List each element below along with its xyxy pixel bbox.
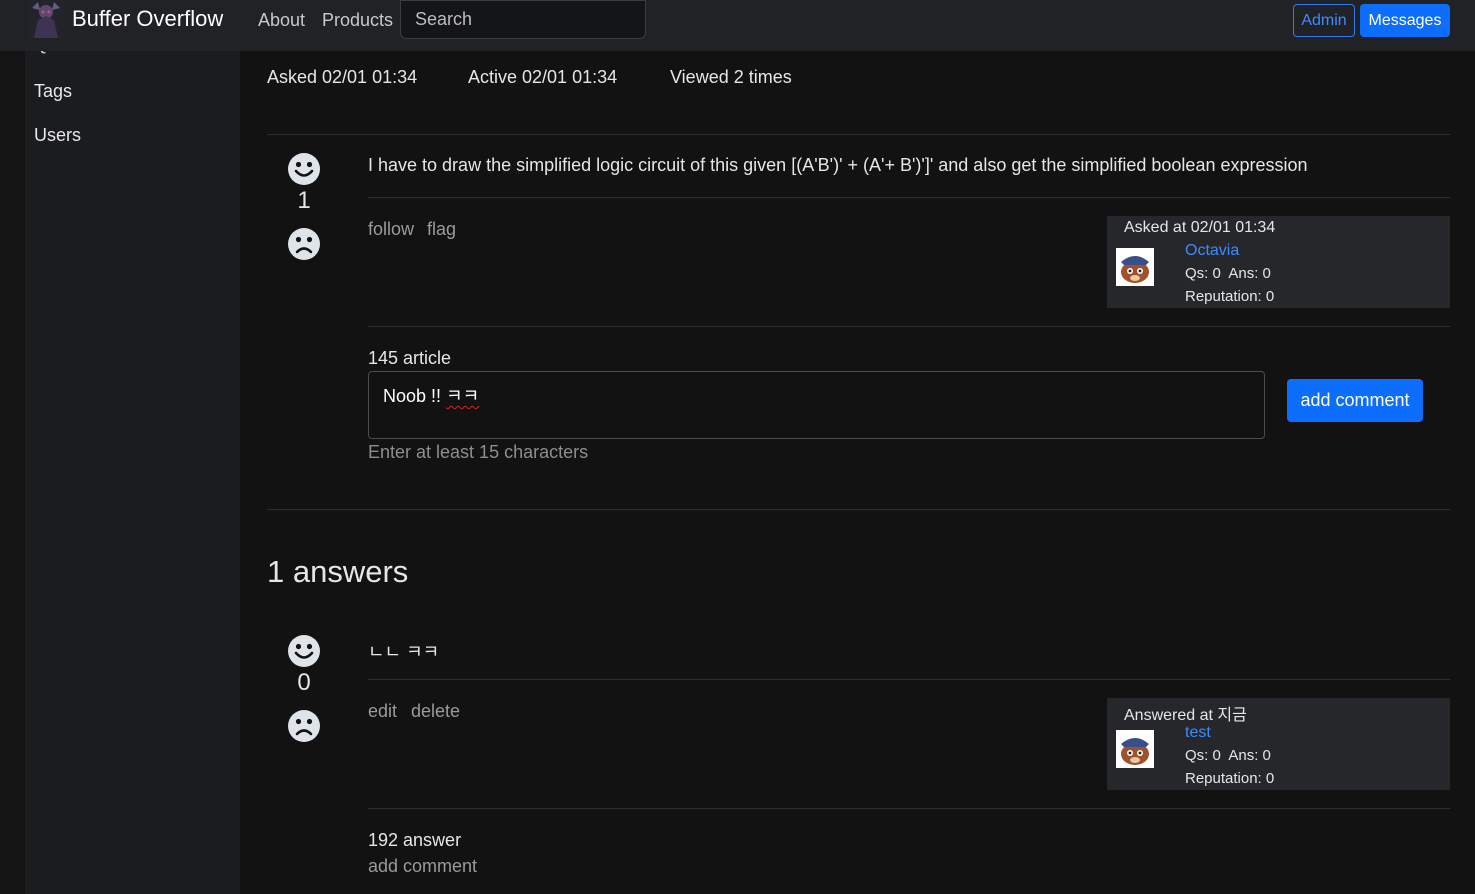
question-vote-count: 1: [297, 187, 311, 214]
brand-name[interactable]: Buffer Overflow: [72, 6, 223, 32]
left-edge-strip: [0, 0, 25, 894]
downvote-frown-icon[interactable]: [287, 709, 321, 743]
answer-user-card: Answered at 지금 test Qs: 0 Ans: 0 Reputat…: [1107, 698, 1450, 790]
comment-help-text: Enter at least 15 characters: [368, 442, 589, 462]
sidebar-item-tags[interactable]: Tags: [34, 81, 72, 102]
comment-input-misspelled: ㅋㅋ: [446, 386, 480, 406]
add-comment-link[interactable]: add comment: [368, 856, 477, 877]
comment-input[interactable]: Noob !! ㅋㅋ: [368, 371, 1265, 439]
question-body: I have to draw the simplified logic circ…: [368, 155, 1308, 175]
answer-comment-label: 192 answer: [368, 830, 462, 850]
search-input[interactable]: [400, 0, 646, 39]
divider: [368, 808, 1450, 809]
nav-link-products[interactable]: Products: [322, 10, 393, 31]
user-reputation: Reputation: 0: [1185, 770, 1275, 787]
question-active-date: Active 02/01 01:34: [468, 67, 618, 87]
divider: [267, 509, 1450, 510]
answers-count-heading: 1 answers: [267, 554, 409, 589]
comment-input-text: Noob !!: [383, 386, 447, 406]
upvote-smile-icon[interactable]: [287, 152, 321, 186]
avatar[interactable]: [1116, 248, 1154, 286]
divider: [267, 134, 1450, 135]
flag-link[interactable]: flag: [427, 219, 456, 240]
admin-button[interactable]: Admin: [1293, 4, 1355, 37]
nav-link-about[interactable]: About: [258, 10, 305, 31]
sidebar: Questions Tags Users: [25, 0, 240, 894]
answer-vote-count: 0: [297, 669, 311, 696]
question-view-count: Viewed 2 times: [670, 67, 792, 87]
edit-link[interactable]: edit: [368, 701, 397, 722]
answer-body: ㄴㄴ ㅋㅋ: [368, 642, 440, 662]
follow-link[interactable]: follow: [368, 219, 414, 240]
user-stats: Qs: 0 Ans: 0: [1185, 747, 1271, 764]
avatar[interactable]: [1116, 730, 1154, 768]
user-link-octavia[interactable]: Octavia: [1185, 242, 1239, 260]
divider: [368, 326, 1450, 327]
divider: [368, 679, 1450, 680]
question-asked-date: Asked 02/01 01:34: [267, 67, 418, 87]
divider: [368, 197, 1450, 198]
messages-button[interactable]: Messages: [1360, 4, 1450, 37]
brand-logo-icon[interactable]: [28, 0, 64, 38]
sidebar-item-users[interactable]: Users: [34, 125, 81, 146]
question-user-card: Asked at 02/01 01:34 Octavia Qs: 0 Ans: …: [1107, 216, 1450, 308]
answered-at-label: Answered at 지금: [1124, 707, 1247, 724]
user-stats: Qs: 0 Ans: 0: [1185, 265, 1271, 282]
navbar: Buffer Overflow About Products Admin Mes…: [0, 0, 1475, 51]
asked-at-label: Asked at 02/01 01:34: [1124, 219, 1276, 236]
user-reputation: Reputation: 0: [1185, 288, 1275, 305]
user-link-test[interactable]: test: [1185, 724, 1211, 742]
comment-label: 145 article: [368, 348, 452, 368]
upvote-smile-icon[interactable]: [287, 634, 321, 668]
add-comment-button[interactable]: add comment: [1287, 379, 1423, 422]
delete-link[interactable]: delete: [411, 701, 460, 722]
downvote-frown-icon[interactable]: [287, 227, 321, 261]
